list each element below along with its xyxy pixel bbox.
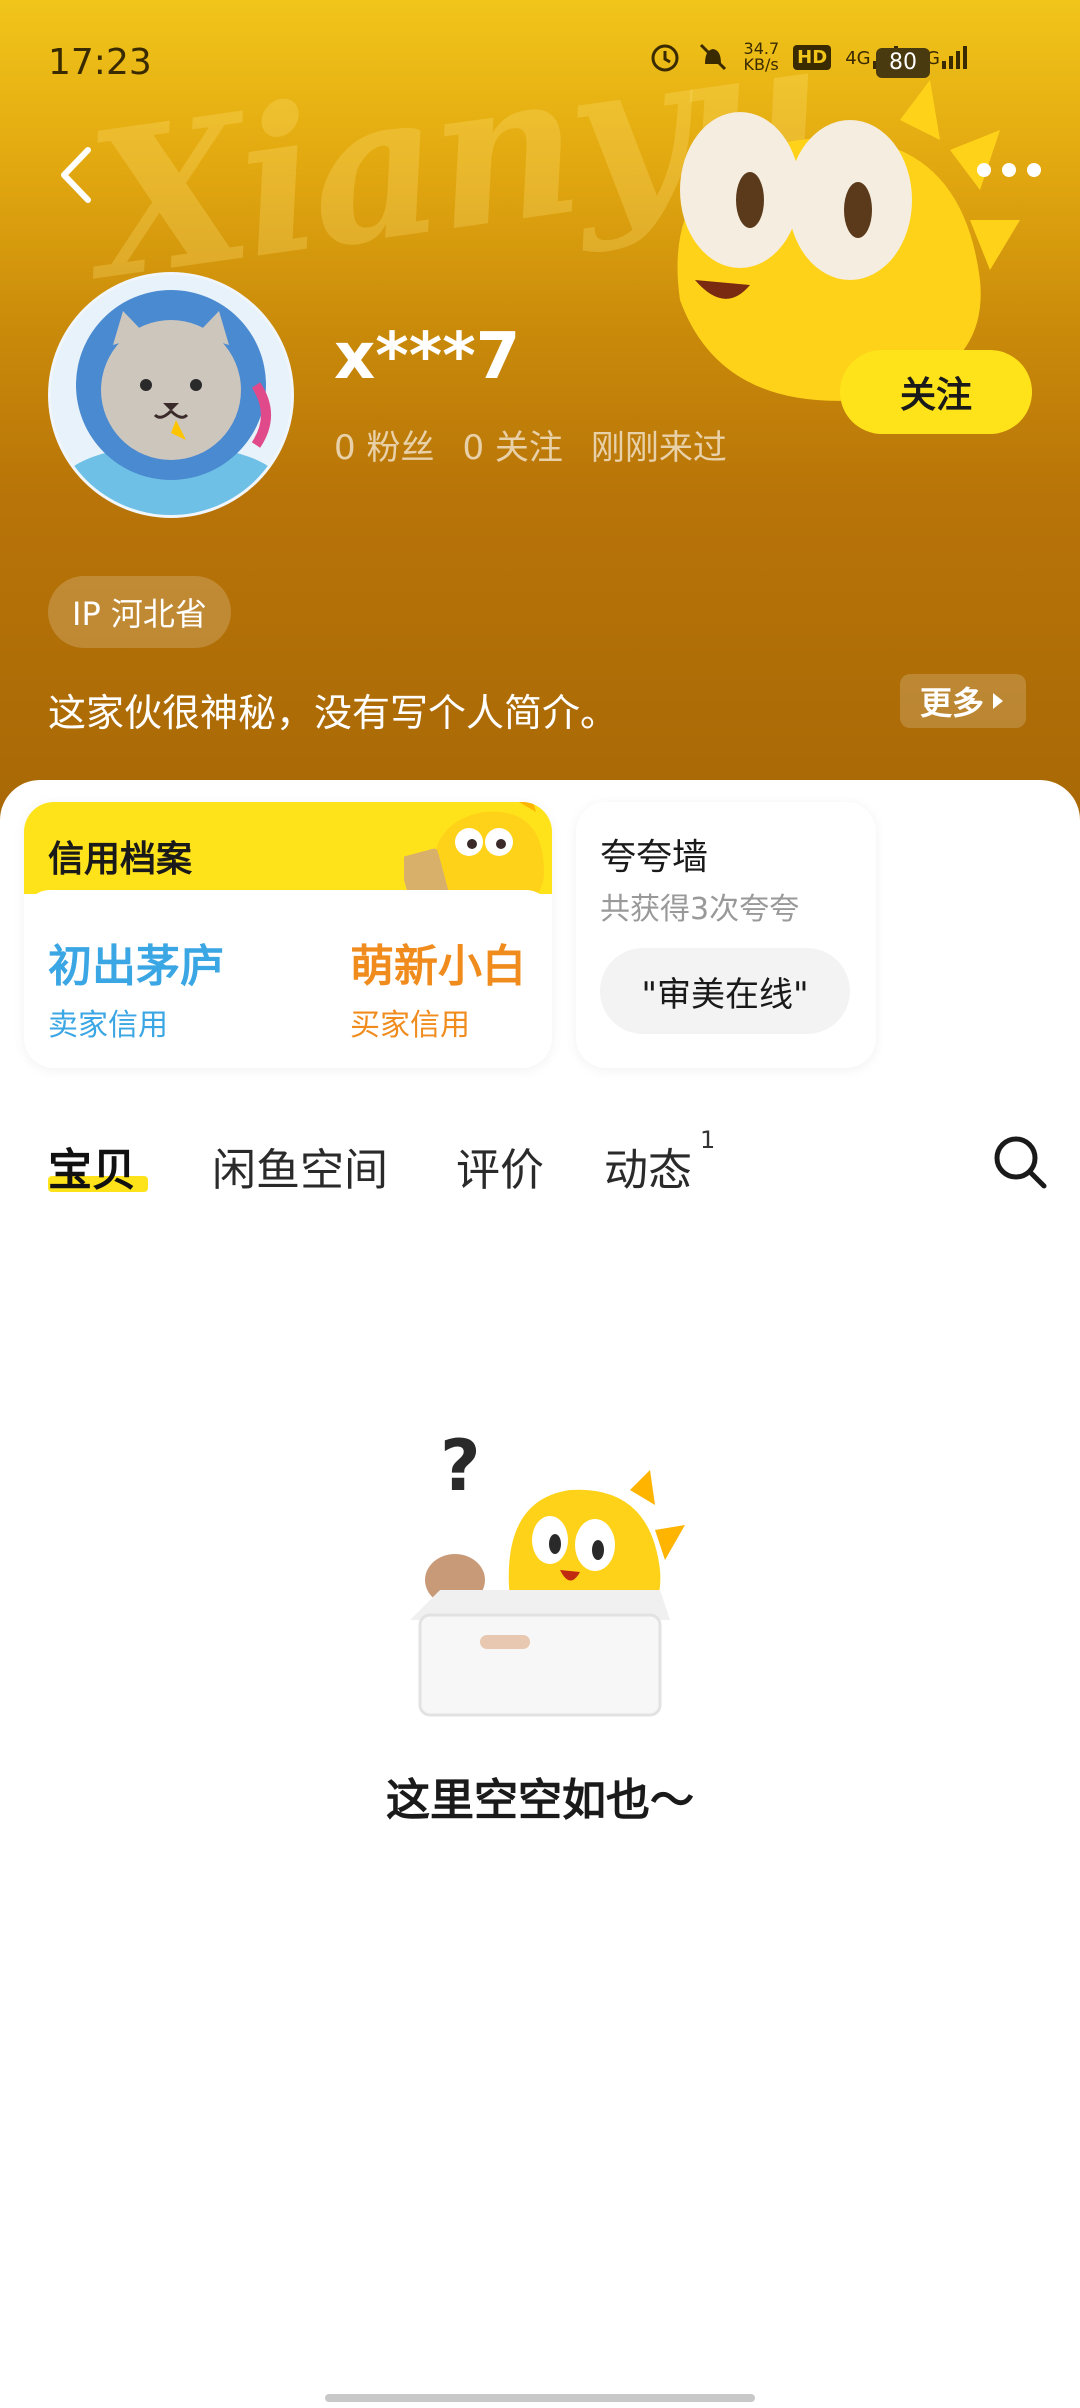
status-time: 17:23 — [48, 42, 152, 83]
more-button[interactable]: 更多 — [900, 674, 1026, 728]
status-bar: 17:23 34.7KB/s HD 4G 5G 80 — [0, 0, 1080, 120]
tab-moments[interactable]: 动态 — [604, 1134, 692, 1198]
seller-credit-value: 初出茅庐 — [48, 941, 224, 992]
credit-card[interactable]: 信用档案 初出茅庐 卖家信用 萌新小白 买家信用 — [24, 802, 552, 1068]
home-indicator[interactable] — [325, 2394, 755, 2402]
buyer-credit-label: 买家信用 — [350, 1008, 470, 1043]
cat-avatar-icon — [51, 275, 291, 515]
tab-reviews[interactable]: 评价 — [456, 1134, 544, 1198]
praise-wall-card[interactable]: 夸夸墙 共获得3次夸夸 "审美在线" — [576, 802, 876, 1068]
praise-title: 夸夸墙 — [600, 837, 709, 878]
search-icon[interactable] — [990, 1132, 1050, 1192]
hd-badge: HD — [793, 44, 832, 70]
empty-box-mascot-icon: ? — [410, 1425, 685, 1717]
seller-credit-label: 卖家信用 — [48, 1008, 168, 1043]
ip-location-tag: IP 河北省 — [48, 576, 231, 648]
fans-count[interactable]: 0 粉丝 — [334, 420, 434, 469]
profile-bio: 这家伙很神秘，没有写个人简介。 — [48, 691, 619, 735]
net-speed: 34.7 KB/s — [743, 39, 780, 74]
empty-state-text: 这里空空如也～ — [386, 1775, 694, 1826]
battery-indicator: 80 — [876, 48, 930, 78]
buyer-credit-value: 萌新小白 — [350, 941, 526, 992]
more-options-icon[interactable] — [974, 160, 1044, 180]
following-count[interactable]: 0 关注 — [462, 420, 562, 469]
last-seen: 刚刚来过 — [590, 428, 727, 468]
caret-right-icon — [993, 693, 1003, 709]
username: x***7 — [334, 320, 521, 394]
avatar[interactable] — [48, 272, 294, 518]
moments-badge: 1 — [700, 1126, 716, 1154]
mute-bell-icon — [699, 43, 726, 71]
tab-items[interactable]: 宝贝 — [48, 1134, 136, 1198]
profile-tabs: 宝贝 闲鱼空间 评价 动态 1 — [0, 1120, 1080, 1220]
praise-subtitle: 共获得3次夸夸 — [600, 892, 800, 927]
credit-body: 初出茅庐 卖家信用 萌新小白 买家信用 — [24, 890, 552, 1068]
profile-header: Xianyu 17:23 34.7KB/s HD 4G 5G 80 — [0, 0, 1080, 830]
more-label: 更多 — [919, 684, 984, 722]
credit-title: 信用档案 — [48, 839, 193, 880]
svg-text:?: ? — [440, 1425, 481, 1507]
tab-space[interactable]: 闲鱼空间 — [212, 1134, 388, 1198]
profile-stats: 0 粉丝 0 关注 刚刚来过 — [334, 420, 727, 469]
alarm-icon — [651, 44, 679, 72]
praise-chip[interactable]: "审美在线" — [600, 948, 850, 1034]
follow-button[interactable]: 关注 — [840, 350, 1032, 434]
back-arrow-icon[interactable] — [50, 140, 110, 210]
